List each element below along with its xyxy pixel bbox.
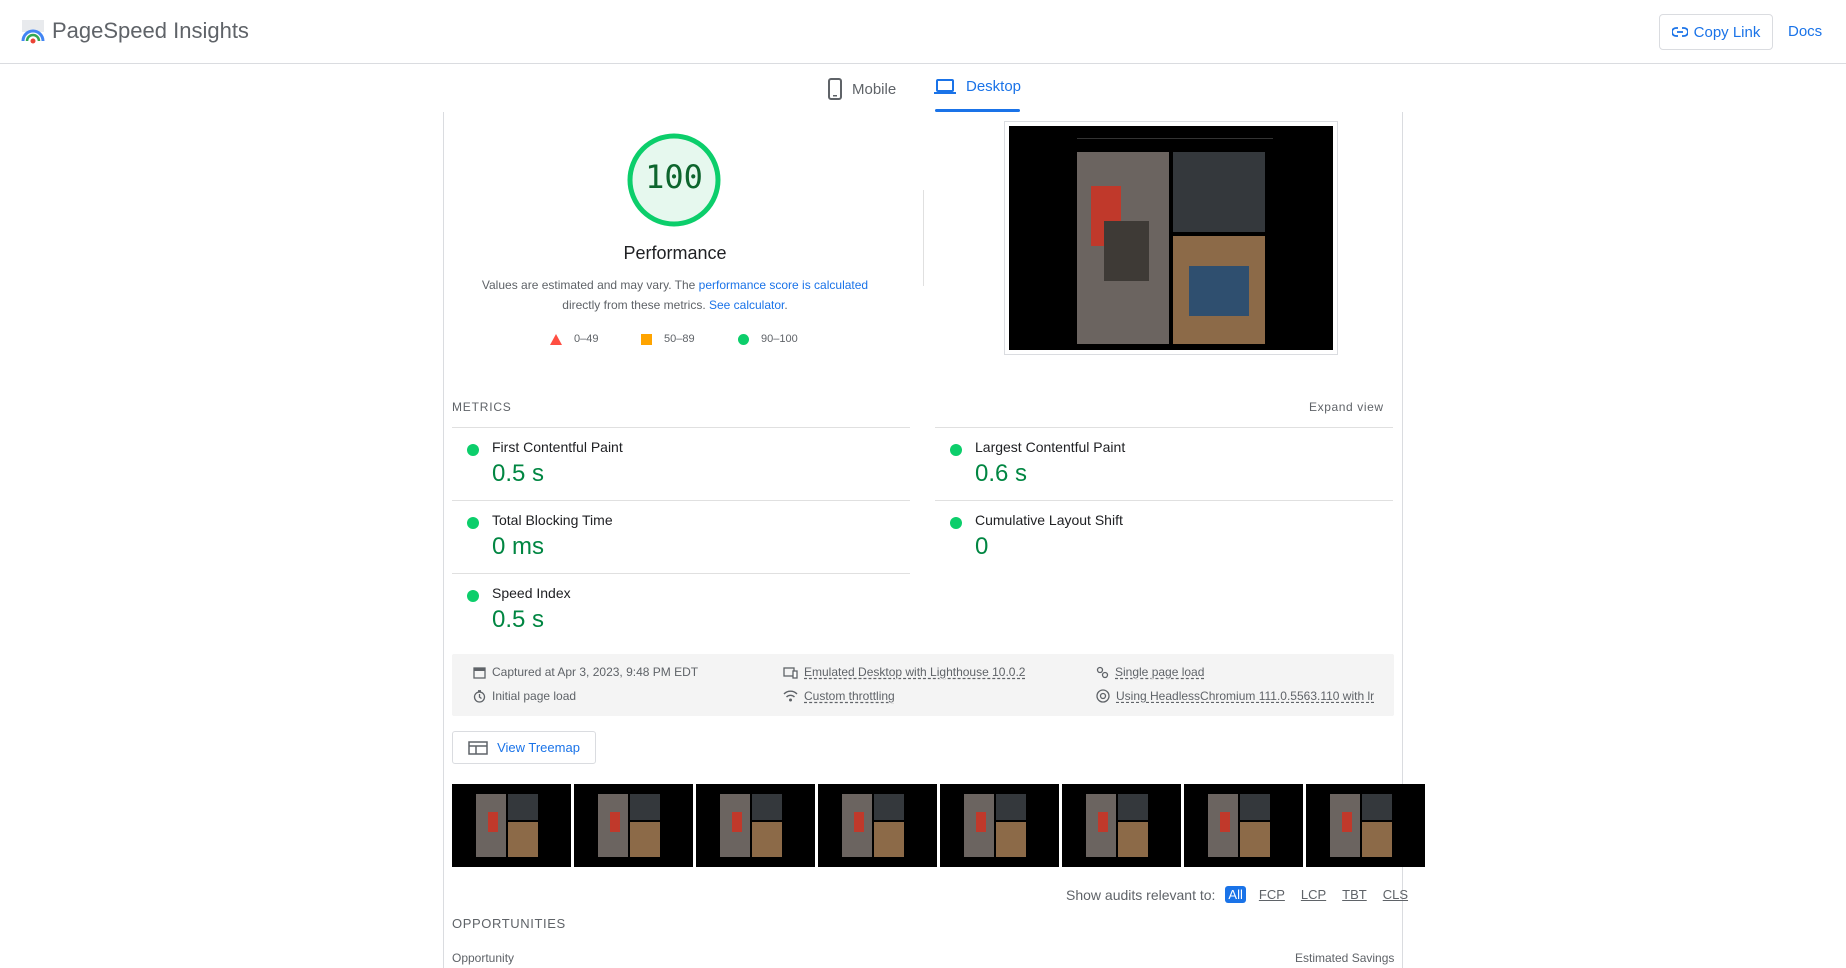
filmstrip-frame[interactable]	[818, 784, 937, 867]
runtime-info	[452, 654, 1394, 716]
metric-tbt: Total Blocking Time 0 ms	[452, 500, 910, 573]
performance-description: Values are estimated and may vary. The p…	[470, 275, 880, 315]
desc-suffix: .	[784, 298, 788, 312]
filmstrip-frame[interactable]	[1184, 784, 1303, 867]
legend-pass-label: 90–100	[761, 333, 798, 345]
metric-name: Cumulative Layout Shift	[975, 512, 1123, 528]
legend-fail-label: 0–49	[574, 333, 599, 345]
pass-circle-icon	[950, 517, 962, 529]
devices-icon	[783, 666, 798, 679]
captured-text: Captured at Apr 3, 2023, 9:48 PM EDT	[492, 665, 699, 679]
desc-text: Values are estimated and may vary. The	[481, 278, 699, 292]
see-calculator-link[interactable]: See calculator	[709, 298, 784, 312]
desc-text-2: directly from these metrics.	[562, 298, 709, 312]
filter-lcp[interactable]: LCP	[1298, 886, 1329, 903]
metric-value: 0	[975, 533, 989, 560]
savings-column-header: Estimated Savings	[1295, 951, 1395, 965]
metric-si: Speed Index 0.5 s	[452, 573, 910, 646]
screenshot-image	[1009, 126, 1333, 350]
calendar-icon	[473, 666, 486, 679]
expand-view-button[interactable]: Expand view	[1309, 400, 1384, 414]
opportunities-heading: OPPORTUNITIES	[452, 916, 566, 931]
timer-icon	[473, 689, 486, 703]
phone-icon	[828, 78, 842, 100]
metric-value: 0 ms	[492, 533, 545, 560]
throttling-info[interactable]: Custom throttling	[783, 689, 895, 703]
chrome-icon	[1096, 689, 1110, 703]
metric-cls: Cumulative Layout Shift 0	[935, 500, 1393, 573]
captured-info: Captured at Apr 3, 2023, 9:48 PM EDT	[473, 665, 698, 679]
view-treemap-button[interactable]: View Treemap	[452, 731, 596, 764]
pass-circle-icon	[950, 444, 962, 456]
legend-average: 50–89	[641, 333, 695, 345]
filter-fcp[interactable]: FCP	[1256, 886, 1288, 903]
throttling-text: Custom throttling	[804, 689, 895, 703]
metric-name: Speed Index	[492, 585, 571, 601]
audit-filter: Show audits relevant to: All FCP LCP TBT…	[1066, 886, 1411, 903]
pass-circle-icon	[467, 517, 479, 529]
performance-score: 100	[645, 158, 703, 196]
wifi-icon	[783, 690, 798, 702]
legend-fail: 0–49	[550, 333, 598, 345]
top-header: PageSpeed Insights Copy Link Docs	[0, 0, 1846, 64]
single-load-text: Single page load	[1115, 665, 1205, 679]
docs-link[interactable]: Docs	[1788, 23, 1822, 40]
tab-mobile[interactable]: Mobile	[828, 78, 896, 100]
metric-value: 0.5 s	[492, 460, 545, 487]
filmstrip-frame[interactable]	[940, 784, 1059, 867]
audit-filter-label: Show audits relevant to:	[1066, 886, 1216, 903]
metric-lcp: Largest Contentful Paint 0.6 s	[935, 427, 1393, 500]
final-screenshot[interactable]	[1004, 121, 1338, 355]
tab-desktop[interactable]: Desktop	[934, 78, 1021, 95]
filmstrip-frame[interactable]	[574, 784, 693, 867]
metric-fcp: First Contentful Paint 0.5 s	[452, 427, 910, 500]
people-icon	[1096, 666, 1109, 678]
filter-cls[interactable]: CLS	[1380, 886, 1411, 903]
filmstrip-frame[interactable]	[452, 784, 571, 867]
filmstrip	[452, 784, 1425, 867]
metric-value: 0.6 s	[975, 460, 1028, 487]
treemap-icon	[468, 740, 488, 755]
performance-title: Performance	[623, 243, 727, 263]
metric-value: 0.5 s	[492, 606, 545, 633]
copy-link-label: Copy Link	[1693, 23, 1761, 41]
opportunity-column-header: Opportunity	[452, 951, 515, 965]
pagespeed-logo-icon[interactable]	[20, 20, 46, 44]
metric-name: First Contentful Paint	[492, 439, 623, 455]
metric-name: Total Blocking Time	[492, 512, 613, 528]
filter-all[interactable]: All	[1225, 886, 1246, 903]
emulated-text: Emulated Desktop with Lighthouse 10.0.2	[804, 665, 1026, 679]
triangle-icon	[550, 333, 562, 345]
metrics-heading: METRICS	[452, 400, 512, 414]
device-tabs: Mobile Desktop	[0, 64, 1846, 112]
tab-desktop-label: Desktop	[966, 78, 1022, 95]
filmstrip-frame[interactable]	[1062, 784, 1181, 867]
browser-text: Using HeadlessChromium 111.0.5563.110 wi…	[1116, 689, 1375, 703]
filmstrip-frame[interactable]	[696, 784, 815, 867]
browser-info[interactable]: Using HeadlessChromium 111.0.5563.110 wi…	[1096, 689, 1375, 703]
pass-circle-icon	[467, 590, 479, 602]
brand-title[interactable]: PageSpeed Insights	[52, 18, 249, 44]
single-load-info[interactable]: Single page load	[1096, 665, 1204, 679]
legend-pass: 90–100	[738, 333, 798, 345]
copy-link-button[interactable]: Copy Link	[1659, 14, 1773, 50]
legend-average-label: 50–89	[664, 333, 695, 345]
laptop-icon	[934, 78, 956, 94]
metric-name: Largest Contentful Paint	[975, 439, 1126, 455]
pass-circle-icon	[467, 444, 479, 456]
circle-icon	[738, 333, 749, 345]
score-calculated-link[interactable]: performance score is calculated	[699, 278, 868, 292]
tab-mobile-label: Mobile	[852, 80, 897, 98]
initial-load-info: Initial page load	[473, 689, 576, 703]
divider	[923, 190, 924, 286]
emulated-info[interactable]: Emulated Desktop with Lighthouse 10.0.2	[783, 665, 1025, 679]
initial-load-text: Initial page load	[492, 689, 577, 703]
view-treemap-label: View Treemap	[497, 740, 580, 755]
filmstrip-frame[interactable]	[1306, 784, 1425, 867]
link-icon	[1671, 27, 1688, 37]
filter-tbt[interactable]: TBT	[1339, 886, 1370, 903]
square-icon	[641, 333, 652, 345]
